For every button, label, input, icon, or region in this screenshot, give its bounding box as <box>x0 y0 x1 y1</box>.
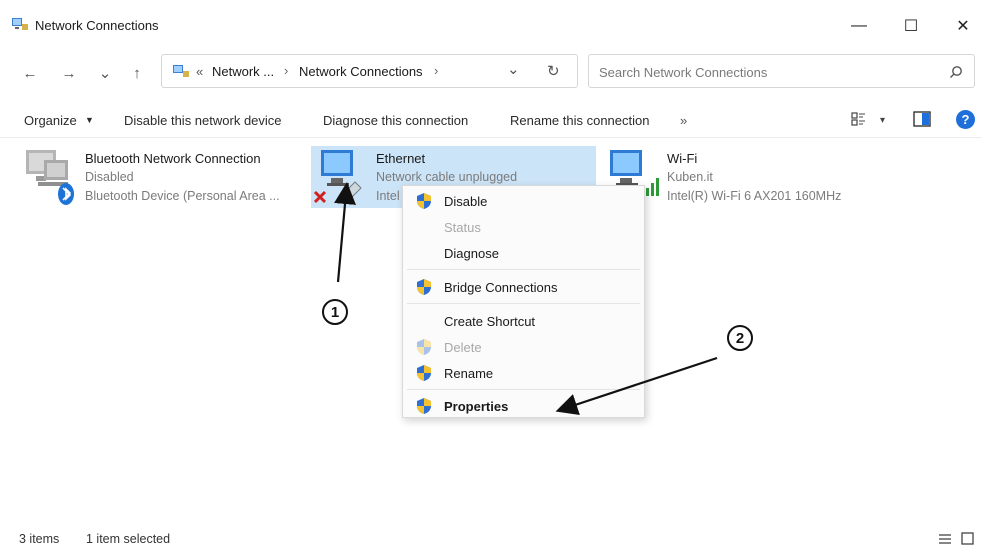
callout-number-1: 1 <box>322 299 348 325</box>
menu-item-label: Bridge Connections <box>444 280 558 295</box>
address-bar[interactable]: « Network ... › Network Connections › ⌄ … <box>161 54 578 88</box>
bluetooth-network-icon <box>26 150 74 205</box>
menu-item-delete[interactable]: Delete <box>403 334 644 360</box>
back-button[interactable]: ← <box>19 62 41 84</box>
menu-item-label: Disable <box>444 194 488 209</box>
uac-shield-icon <box>417 339 431 355</box>
up-button[interactable]: ↑ <box>126 62 148 84</box>
change-view-icon[interactable] <box>851 111 867 127</box>
address-dropdown-icon[interactable]: ⌄ <box>507 60 520 78</box>
connection-name: Ethernet <box>376 151 426 166</box>
search-input[interactable]: Search Network Connections <box>599 65 767 80</box>
menu-item-status[interactable]: Status <box>403 214 644 240</box>
breadcrumb-separator: › <box>434 63 439 78</box>
item-count: 3 items <box>19 532 60 546</box>
menu-item-label: Delete <box>444 340 482 355</box>
connection-item-wifi[interactable]: Wi-Fi Kuben.it Intel(R) Wi-Fi 6 AX201 16… <box>606 146 876 206</box>
menu-separator <box>407 269 640 270</box>
menu-item-label: Diagnose <box>444 246 499 261</box>
search-box[interactable]: Search Network Connections <box>588 54 975 88</box>
menu-separator <box>407 389 640 390</box>
connection-status: Kuben.it <box>667 170 713 184</box>
search-icon[interactable] <box>949 65 963 79</box>
connection-device: Intel <box>376 189 400 203</box>
menu-item-disable[interactable]: Disable <box>403 188 644 214</box>
command-bar: Organize ▼ Disable this network device D… <box>0 103 981 138</box>
menu-item-label: Status <box>444 220 481 235</box>
view-options-caret-icon[interactable]: ▾ <box>880 115 885 126</box>
refresh-icon[interactable]: ↻ <box>547 62 560 80</box>
ethernet-network-icon <box>313 150 362 204</box>
minimize-button[interactable]: — <box>839 14 879 38</box>
menu-separator <box>407 303 640 304</box>
connection-name: Bluetooth Network Connection <box>85 151 261 166</box>
callout-number-2: 2 <box>727 325 753 351</box>
preview-pane-icon[interactable] <box>913 111 931 127</box>
connection-name: Wi-Fi <box>667 151 698 166</box>
menu-item-diagnose[interactable]: Diagnose <box>403 240 644 266</box>
close-button[interactable]: ✕ <box>943 14 981 38</box>
menu-item-bridge-connections[interactable]: Bridge Connections <box>403 274 644 300</box>
title-bar: Network Connections — ☐ ✕ <box>0 0 981 48</box>
menu-item-properties[interactable]: Properties <box>403 393 644 419</box>
breadcrumb-overflow[interactable]: « <box>196 64 203 79</box>
uac-shield-icon <box>417 365 431 381</box>
maximize-button[interactable]: ☐ <box>891 14 931 38</box>
rename-connection-button[interactable]: Rename this connection <box>510 113 649 128</box>
window-title: Network Connections <box>35 18 159 33</box>
connection-status: Network cable unplugged <box>376 170 518 184</box>
connection-item-bluetooth[interactable]: Bluetooth Network Connection Disabled Bl… <box>20 146 295 206</box>
help-icon[interactable]: ? <box>956 110 975 129</box>
uac-shield-icon <box>417 279 431 295</box>
breadcrumb-network[interactable]: Network ... <box>212 64 274 79</box>
network-folder-icon <box>173 65 189 77</box>
breadcrumb-network-connections[interactable]: Network Connections <box>299 64 423 79</box>
details-view-icon[interactable] <box>938 533 952 545</box>
connection-status: Disabled <box>85 170 134 184</box>
forward-button[interactable]: → <box>58 62 80 84</box>
menu-item-rename[interactable]: Rename <box>403 360 644 386</box>
menu-item-create-shortcut[interactable]: Create Shortcut <box>403 308 644 334</box>
menu-item-label: Properties <box>444 399 509 414</box>
organize-button[interactable]: Organize <box>24 113 77 128</box>
organize-caret-icon: ▼ <box>85 115 94 125</box>
large-icons-view-icon[interactable] <box>961 532 974 545</box>
uac-shield-icon <box>417 398 431 414</box>
breadcrumb-separator: › <box>284 63 289 78</box>
context-menu: Disable Status Diagnose Bridge Connectio… <box>402 185 645 418</box>
network-connections-icon <box>12 18 28 30</box>
recent-locations-button[interactable]: ⌄ <box>94 62 116 84</box>
disable-device-button[interactable]: Disable this network device <box>124 113 282 128</box>
menu-item-label: Rename <box>444 366 494 381</box>
connection-device: Intel(R) Wi-Fi 6 AX201 160MHz <box>667 189 842 203</box>
uac-shield-icon <box>417 193 431 209</box>
connection-device: Bluetooth Device (Personal Area ... <box>85 189 280 203</box>
menu-item-label: Create Shortcut <box>444 314 536 329</box>
selection-count: 1 item selected <box>86 532 171 546</box>
diagnose-connection-button[interactable]: Diagnose this connection <box>323 113 468 128</box>
more-commands-button[interactable]: » <box>680 113 687 128</box>
